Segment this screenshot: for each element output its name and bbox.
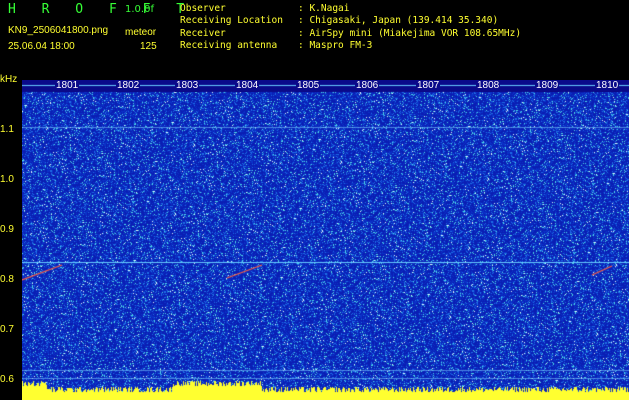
info-row-receiver: Receiver: AirSpy mini (Miakejima VOR 108… (180, 27, 522, 39)
version-label: 1.0.0f (125, 4, 154, 15)
filename-label: KN9_2506041800.png (8, 25, 109, 36)
axis-tick-label: 0.8 (0, 274, 14, 285)
time-label: 1805 (296, 80, 321, 92)
datetime-label: 25.06.04 18:00 (8, 41, 75, 52)
axis-tick-label: 0.9 (0, 224, 14, 235)
count-label: 125 (140, 41, 157, 52)
time-label: 1809 (535, 80, 560, 92)
time-label: 1810 (595, 80, 620, 92)
time-label: 1803 (175, 80, 200, 92)
info-row-observer: Observer: K.Nagai (180, 3, 350, 14)
time-label: 1807 (416, 80, 441, 92)
axis-unit-label: kHz (0, 74, 18, 85)
axis-tick-label: 0.6 (0, 374, 14, 385)
info-row-location: Receiving Location: Chigasaki, Japan (13… (180, 15, 499, 27)
header-panel: H R O F F T 1.0.0f KN9_2506041800.png me… (0, 0, 629, 80)
time-label: 1804 (235, 80, 260, 92)
waterfall-spectrogram (22, 80, 629, 400)
time-label: 1802 (116, 80, 141, 92)
axis-tick-label: 1.1 (0, 124, 14, 135)
app-title: H R O F F T (8, 2, 194, 17)
time-label: 1806 (355, 80, 380, 92)
time-label: 1801 (55, 80, 80, 92)
axis-tick-label: 1.0 (0, 174, 14, 185)
info-row-antenna: Receiving antenna: Maspro FM-3 (180, 40, 373, 52)
mode-label: meteor (125, 27, 157, 38)
axis-tick-label: 0.7 (0, 324, 14, 335)
station-info: Observer: K.Nagai Receiving Location: Ch… (180, 3, 521, 53)
time-label: 1808 (476, 80, 501, 92)
